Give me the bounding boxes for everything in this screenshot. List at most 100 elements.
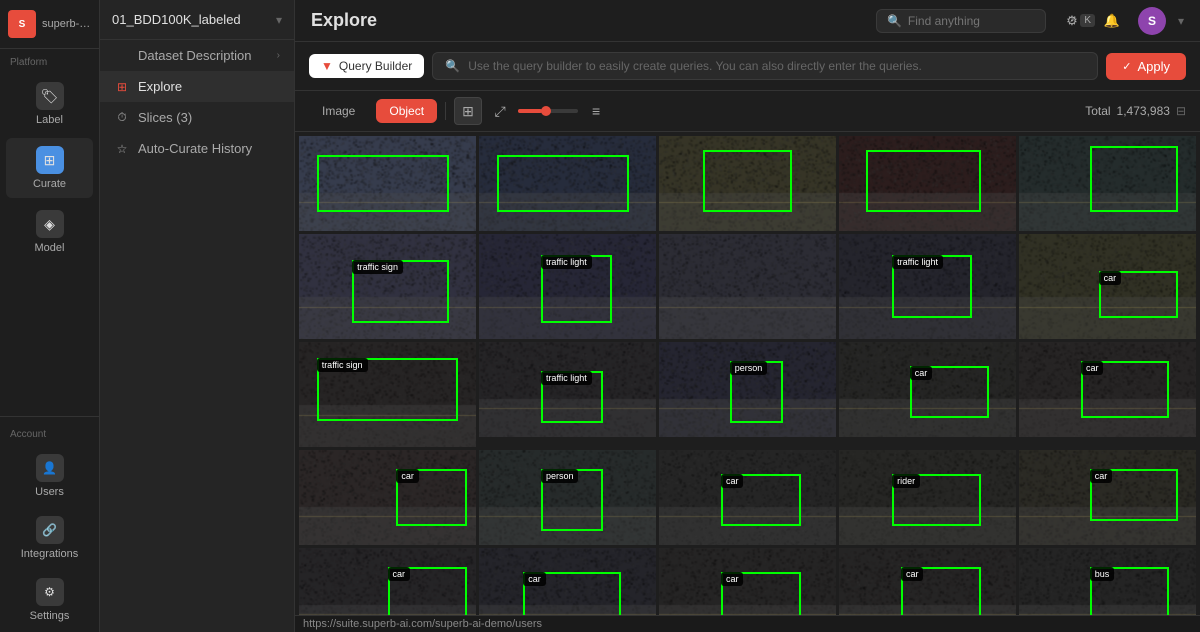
image-cell[interactable]: traffic light bbox=[479, 234, 656, 339]
image-cell[interactable]: car bbox=[1019, 234, 1196, 339]
image-cell[interactable] bbox=[1019, 136, 1196, 231]
users-icon: 👤 bbox=[36, 454, 64, 482]
image-cell[interactable]: car bbox=[839, 342, 1016, 437]
bounding-box bbox=[497, 155, 630, 212]
filter-options-icon[interactable]: ⊟ bbox=[1176, 104, 1186, 118]
org-name: superb-ai-dem... bbox=[42, 18, 91, 30]
image-cell[interactable]: car bbox=[479, 548, 656, 615]
search-input[interactable] bbox=[908, 14, 1063, 28]
image-cell[interactable] bbox=[659, 136, 836, 231]
object-label: person bbox=[730, 361, 768, 375]
size-slider[interactable] bbox=[518, 109, 578, 113]
sidebar-item-users[interactable]: 👤 Users bbox=[6, 446, 93, 506]
query-builder-button[interactable]: ▼ Query Builder bbox=[309, 54, 424, 78]
nav-auto-curate[interactable]: ☆ Auto-Curate History bbox=[100, 133, 294, 164]
image-cell[interactable] bbox=[659, 234, 836, 339]
image-cell[interactable]: car bbox=[1019, 450, 1196, 545]
sidebar-item-users-text: Users bbox=[35, 486, 64, 498]
sidebar-bottom: Account 👤 Users 🔗 Integrations ⚙ Setting… bbox=[0, 416, 99, 632]
image-cell[interactable]: traffic light bbox=[839, 234, 1016, 339]
topbar: Explore 🔍 ✕ K ⚙ 🔔 S ▾ bbox=[295, 0, 1200, 42]
filter-icon: ▼ bbox=[321, 59, 333, 73]
image-cell[interactable]: bus bbox=[1019, 548, 1196, 615]
query-input[interactable]: 🔍 Use the query builder to easily create… bbox=[432, 52, 1098, 80]
image-cell[interactable]: person bbox=[479, 450, 656, 545]
settings-icon: ⚙ bbox=[36, 578, 64, 606]
slider-fill bbox=[518, 109, 542, 113]
expand-view-button[interactable]: ⤢ bbox=[486, 97, 514, 125]
checkmark-icon: ✓ bbox=[1122, 60, 1131, 73]
nav-auto-curate-label: Auto-Curate History bbox=[138, 141, 252, 156]
sidebar-item-integrations[interactable]: 🔗 Integrations bbox=[6, 508, 93, 568]
auto-curate-icon: ☆ bbox=[114, 142, 130, 156]
bounding-box bbox=[1090, 146, 1179, 213]
image-cell[interactable]: traffic sign bbox=[299, 234, 476, 339]
avatar[interactable]: S bbox=[1138, 7, 1166, 35]
object-label: car bbox=[901, 567, 924, 581]
topbar-right: 🔍 ✕ K ⚙ 🔔 S ▾ bbox=[876, 7, 1184, 35]
explore-icon: ⊞ bbox=[114, 80, 130, 94]
image-cell[interactable]: person bbox=[659, 342, 836, 437]
filter-bar: Image Object ⊞ ⤢ ≡ Total 1,473,983 bbox=[295, 91, 1200, 132]
image-cell[interactable]: traffic sign bbox=[299, 342, 476, 447]
nav-dataset-description-label: Dataset Description bbox=[138, 48, 251, 63]
list-view-button[interactable]: ≡ bbox=[582, 97, 610, 125]
object-label: traffic light bbox=[541, 371, 592, 385]
nav-dataset-description[interactable]: Dataset Description › bbox=[100, 40, 294, 71]
slices-icon: ⏱ bbox=[114, 110, 130, 125]
sidebar-item-curate[interactable]: ⊞ Curate bbox=[6, 138, 93, 198]
sidebar-logo: S superb-ai-dem... bbox=[0, 0, 99, 49]
sidebar-item-settings[interactable]: ⚙ Settings bbox=[6, 570, 93, 630]
object-label: car bbox=[1099, 271, 1122, 285]
object-label: car bbox=[1090, 469, 1113, 483]
object-label: rider bbox=[892, 474, 920, 488]
sidebar: S superb-ai-dem... Platform 🏷 Label ⊞ Cu… bbox=[0, 0, 100, 632]
bounding-box bbox=[317, 155, 450, 212]
sidebar-item-integrations-text: Integrations bbox=[21, 548, 78, 560]
sidebar-item-label[interactable]: 🏷 Label bbox=[6, 74, 93, 134]
image-cell[interactable] bbox=[839, 136, 1016, 231]
notification-icon[interactable]: 🔔 bbox=[1098, 7, 1126, 35]
image-cell[interactable]: traffic light bbox=[479, 342, 656, 437]
tab-image[interactable]: Image bbox=[309, 99, 368, 123]
image-cell[interactable]: car bbox=[659, 450, 836, 545]
total-label: Total bbox=[1085, 104, 1110, 118]
filter-left: Image Object ⊞ ⤢ ≡ bbox=[309, 97, 610, 125]
object-label: car bbox=[388, 567, 411, 581]
image-cell[interactable]: car bbox=[1019, 342, 1196, 437]
dataset-header[interactable]: 01_BDD100K_labeled ▾ bbox=[100, 0, 294, 40]
image-cell[interactable]: car bbox=[299, 450, 476, 545]
object-label: bus bbox=[1090, 567, 1115, 581]
object-label: car bbox=[1081, 361, 1104, 375]
image-cell[interactable]: rider bbox=[839, 450, 1016, 545]
object-label: car bbox=[910, 366, 933, 380]
model-icon: ◈ bbox=[36, 210, 64, 238]
object-label: car bbox=[721, 474, 744, 488]
object-label: traffic sign bbox=[352, 260, 403, 274]
status-url: https://suite.superb-ai.com/superb-ai-de… bbox=[303, 618, 542, 630]
grid-view-button[interactable]: ⊞ bbox=[454, 97, 482, 125]
image-cell[interactable]: car bbox=[839, 548, 1016, 615]
tab-object[interactable]: Object bbox=[376, 99, 437, 123]
sidebar-item-model-text: Model bbox=[35, 242, 65, 254]
image-grid: traffic signtraffic lighttraffic lightca… bbox=[295, 132, 1200, 615]
image-cell[interactable] bbox=[479, 136, 656, 231]
image-cell[interactable] bbox=[299, 136, 476, 231]
nav-arrow-icon: › bbox=[277, 50, 280, 61]
image-cell[interactable]: car bbox=[659, 548, 836, 615]
slider-track bbox=[518, 109, 578, 113]
nav-explore-label: Explore bbox=[138, 79, 182, 94]
dataset-chevron-icon: ▾ bbox=[276, 13, 282, 27]
nav-explore[interactable]: ⊞ Explore bbox=[100, 71, 294, 102]
apply-label: Apply bbox=[1137, 59, 1170, 74]
settings-spinner-icon[interactable]: ⚙ bbox=[1058, 7, 1086, 35]
sidebar-item-model[interactable]: ◈ Model bbox=[6, 202, 93, 262]
query-placeholder-text: Use the query builder to easily create q… bbox=[468, 59, 922, 73]
nav-slices[interactable]: ⏱ Slices (3) bbox=[100, 102, 294, 133]
search-box[interactable]: 🔍 ✕ K bbox=[876, 9, 1046, 33]
image-cell[interactable]: car bbox=[299, 548, 476, 615]
page-title: Explore bbox=[311, 10, 377, 31]
app-logo-icon: S bbox=[8, 10, 36, 38]
apply-button[interactable]: ✓ Apply bbox=[1106, 53, 1186, 80]
query-bar: ▼ Query Builder 🔍 Use the query builder … bbox=[295, 42, 1200, 91]
